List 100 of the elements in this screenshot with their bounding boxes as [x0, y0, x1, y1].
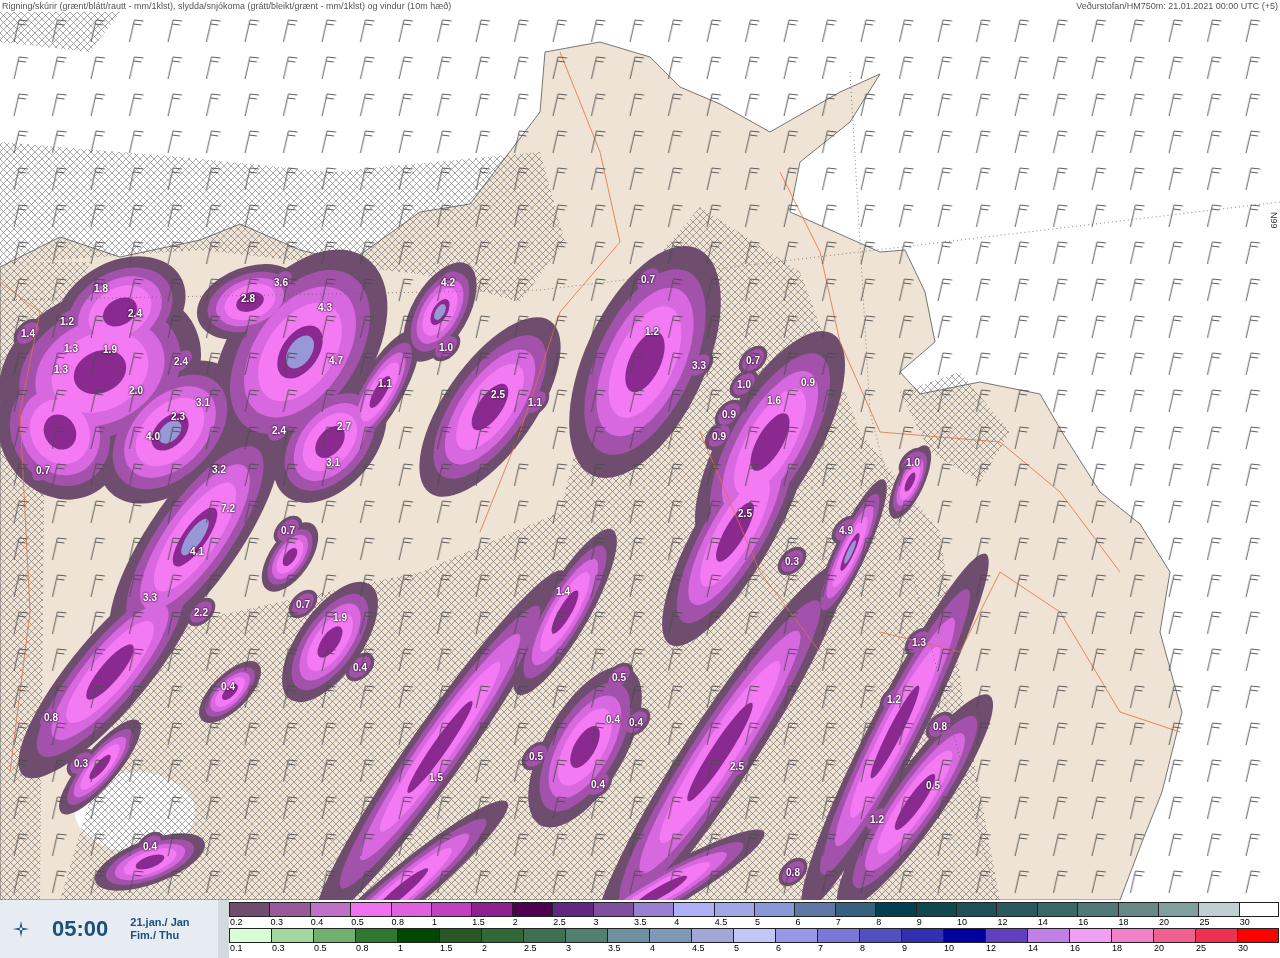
precipitation-value: 1.2: [870, 813, 884, 825]
precipitation-value: 1.3: [54, 363, 68, 375]
legend-value: 25: [1198, 917, 1210, 928]
precipitation-value: 0.9: [801, 376, 815, 388]
precipitation-value: 3.3: [692, 359, 706, 371]
precipitation-value: 1.0: [439, 341, 453, 353]
precipitation-value: 1.4: [556, 585, 570, 597]
precipitation-value: 1.5: [429, 771, 443, 783]
precipitation-value: 4.7: [329, 354, 343, 366]
latitude-label: 66N: [1269, 212, 1279, 229]
precipitation-value: 2.4: [174, 355, 188, 367]
legend-value: 7: [834, 917, 841, 928]
precipitation-value: 1.2: [60, 315, 74, 327]
legend-value: 0.1: [229, 943, 243, 954]
legend-value: 14: [1036, 917, 1048, 928]
precipitation-value: 0.4: [221, 680, 235, 692]
legend-value: 20: [1158, 917, 1169, 928]
legend-value: 3.5: [607, 943, 621, 954]
forecast-weekday: Fim./ Thu: [130, 929, 181, 942]
legend-value: 0.8: [355, 943, 369, 954]
forecast-time: 05:00: [52, 916, 109, 942]
precipitation-value: 0.5: [612, 671, 626, 683]
legend-value: 1: [397, 943, 403, 954]
precipitation-value: 7.2: [221, 502, 235, 514]
legend-value: 16: [1077, 917, 1089, 928]
map-title: Rigning/skúrir (grænt/blátt/rautt - mm/1klst), slydda/snjókoma (grátt/bleikt/grænt - mm/1klst) og vindur (10m hæð): [2, 0, 452, 12]
legend-value: 5: [733, 943, 739, 954]
precipitation-value: 2.4: [128, 307, 142, 319]
map-source: Veðurstofan/HM750m: 21.01.2021 00:00 UTC (+5): [1076, 0, 1278, 12]
legend-value: 6: [794, 917, 801, 928]
legend-value: 25: [1195, 943, 1206, 954]
precipitation-value: 1.3: [64, 342, 78, 354]
legend-value: 9: [901, 943, 907, 954]
precipitation-value: 3.2: [212, 463, 226, 475]
legend-value: 4.5: [691, 943, 705, 954]
legend-value: 18: [1117, 917, 1129, 928]
legend-value: 1.5: [439, 943, 453, 954]
legend-value: 10: [956, 917, 968, 928]
legend-value: 4.5: [713, 917, 728, 928]
precipitation-value: 0.7: [36, 464, 50, 476]
legend-value: 6: [775, 943, 781, 954]
precipitation-value: 3.1: [326, 456, 340, 468]
precipitation-value: 3.1: [196, 396, 210, 408]
precipitation-value: 0.4: [143, 840, 157, 852]
precipitation-value: 2.5: [491, 388, 505, 400]
legend-value: 0.5: [313, 943, 327, 954]
legend-value: 3.5: [632, 917, 647, 928]
precipitation-value: 2.3: [171, 410, 185, 422]
legend-value: 4: [649, 943, 655, 954]
precipitation-value: 0.9: [722, 408, 736, 420]
legend-value: 0.3: [269, 917, 283, 928]
legend-value: 14: [1027, 943, 1038, 954]
precipitation-value: 2.7: [337, 420, 351, 432]
precipitation-value: 0.7: [641, 273, 655, 285]
precipitation-value: 0.8: [44, 711, 58, 723]
legend-value: 4: [673, 917, 680, 928]
legend-value: 3: [565, 943, 571, 954]
precipitation-value: 2.8: [241, 292, 255, 304]
precipitation-value: 0.4: [606, 713, 620, 725]
legend-value: 7: [817, 943, 823, 954]
legend-value: 8: [875, 917, 882, 928]
forecast-date: 21.jan./ Jan: [130, 916, 190, 929]
precipitation-value: 2.5: [730, 760, 744, 772]
legend-value: 20: [1153, 943, 1164, 954]
precipitation-value: 0.7: [746, 354, 760, 366]
legend-value: 2.5: [523, 943, 537, 954]
legend-value: 0.5: [350, 917, 364, 928]
legend-value: 30: [1238, 917, 1250, 928]
precipitation-value: 0.4: [353, 661, 367, 673]
precipitation-value: 3.3: [143, 591, 157, 603]
precipitation-value: 1.8: [94, 282, 108, 294]
precipitation-value: 0.7: [296, 598, 310, 610]
precipitation-value: 4.9: [839, 524, 853, 536]
precipitation-value: 0.5: [926, 779, 940, 791]
precipitation-value: 1.6: [767, 394, 781, 406]
legend-value: 9: [915, 917, 922, 928]
precipitation-value: 0.8: [786, 866, 800, 878]
legend-value: 3: [592, 917, 599, 928]
legend-value: 2: [481, 943, 487, 954]
precipitation-value: 1.0: [906, 456, 920, 468]
legend-value: 1: [430, 917, 437, 928]
precipitation-value: 0.8: [933, 720, 947, 732]
legend-value: 10: [943, 943, 954, 954]
precipitation-value: 0.3: [74, 757, 88, 769]
legend-value: 16: [1069, 943, 1080, 954]
precipitation-value: 1.0: [737, 378, 751, 390]
four-point-star-icon: [12, 920, 30, 938]
legend-value: 0.2: [229, 917, 243, 928]
legend-value: 0.4: [309, 917, 324, 928]
legend-value: 2.5: [552, 917, 566, 928]
precipitation-value: 1.2: [887, 693, 901, 705]
precipitation-value: 0.5: [529, 750, 543, 762]
legend-value: 8: [859, 943, 865, 954]
precipitation-value: 3.6: [274, 276, 288, 288]
precipitation-value: 2.5: [738, 507, 752, 519]
legend-value: 2: [511, 917, 518, 928]
legend-value: 0.3: [271, 943, 285, 954]
legend-value: 1.5: [471, 917, 485, 928]
precipitation-value: 1.3: [912, 636, 926, 648]
precipitation-value: 0.4: [629, 716, 643, 728]
